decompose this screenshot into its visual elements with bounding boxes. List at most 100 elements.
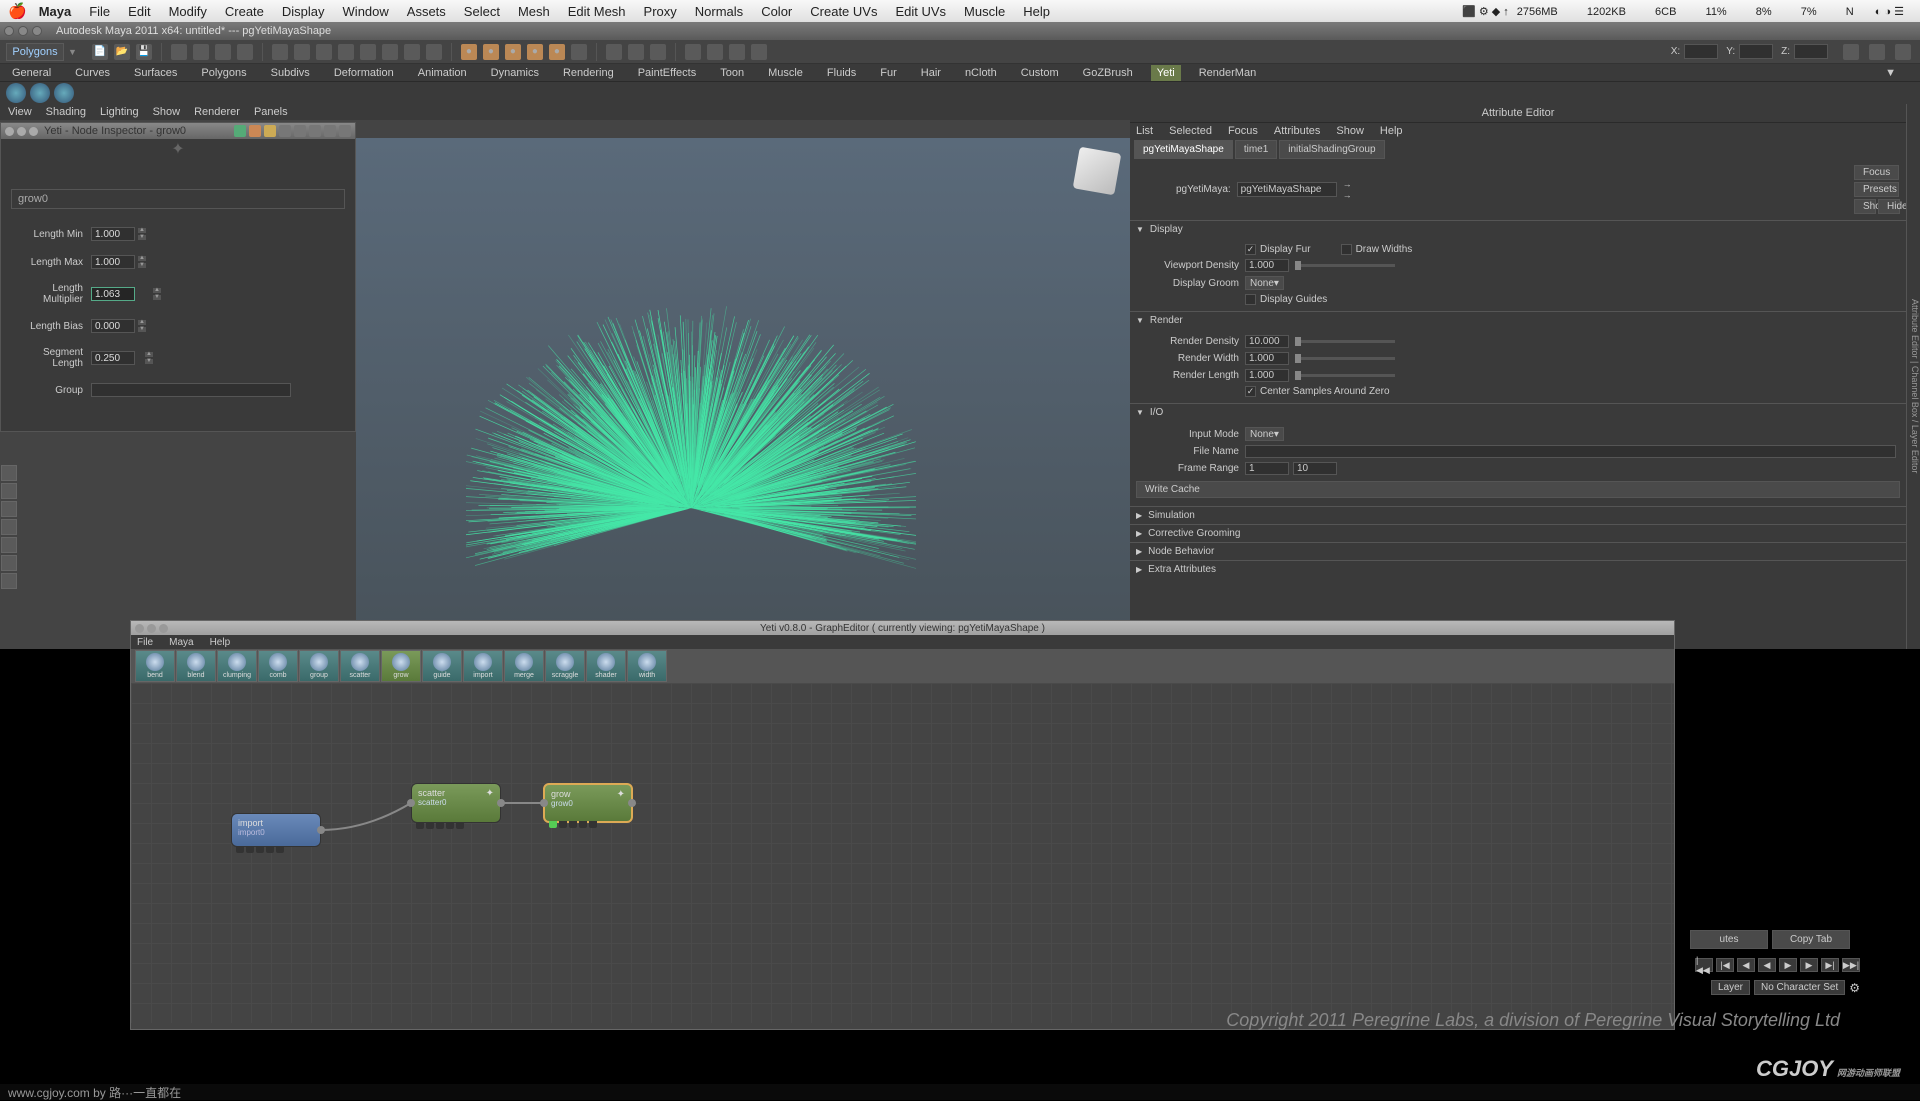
tool-icon[interactable]	[215, 44, 231, 60]
render-icon[interactable]	[571, 44, 587, 60]
misc-icon[interactable]	[650, 44, 666, 60]
z-input[interactable]	[1794, 44, 1828, 59]
ge-min-icon[interactable]	[147, 624, 156, 633]
slider[interactable]	[1295, 357, 1395, 360]
shelf-surfaces[interactable]: Surfaces	[128, 65, 183, 81]
tool-icon[interactable]	[1, 573, 17, 589]
tool-bend[interactable]: bend	[135, 650, 175, 682]
shelf-yeti[interactable]: Yeti	[1151, 65, 1181, 81]
snap-icon[interactable]	[426, 44, 442, 60]
tool-width[interactable]: width	[627, 650, 667, 682]
tool-import[interactable]: import	[463, 650, 503, 682]
ae-list[interactable]: List	[1136, 125, 1153, 137]
section-header[interactable]: ▼Render	[1130, 312, 1906, 329]
layout-icon[interactable]	[1869, 44, 1885, 60]
shelf-custom[interactable]: Custom	[1015, 65, 1065, 81]
section-extra[interactable]: ▶Extra Attributes	[1130, 561, 1906, 578]
shelf-curves[interactable]: Curves	[69, 65, 116, 81]
ni-max-icon[interactable]	[29, 127, 38, 136]
section-header[interactable]: ▼Display	[1130, 221, 1906, 238]
shelf-fluids[interactable]: Fluids	[821, 65, 862, 81]
render-icon[interactable]: ●	[527, 44, 543, 60]
vp-lighting[interactable]: Lighting	[100, 106, 139, 118]
vp-panels[interactable]: Panels	[254, 106, 288, 118]
charset-select[interactable]: No Character Set	[1754, 980, 1845, 995]
misc-icon[interactable]	[729, 44, 745, 60]
shelf-subdivs[interactable]: Subdivs	[265, 65, 316, 81]
node-output-port[interactable]	[317, 826, 325, 834]
spinner-icon[interactable]: ▲▼	[138, 319, 146, 333]
graph-canvas[interactable]: import import0 scatter scatter0 ✦ grow g…	[131, 683, 1674, 1023]
close-dot[interactable]	[4, 26, 14, 36]
slider[interactable]	[1295, 374, 1395, 377]
spinner-icon[interactable]: ▲▼	[138, 227, 146, 241]
groom-select[interactable]: None ▾	[1245, 276, 1284, 290]
section-nodebehavior[interactable]: ▶Node Behavior	[1130, 543, 1906, 560]
ni-tool-icon[interactable]	[309, 125, 321, 137]
menu-editmesh[interactable]: Edit Mesh	[568, 4, 626, 19]
tool-icon[interactable]	[1, 555, 17, 571]
mode-arrow-icon[interactable]: ▼	[68, 47, 77, 57]
node-import[interactable]: import import0	[231, 813, 321, 847]
rewind-icon[interactable]: |◀	[1716, 958, 1734, 972]
ge-maya[interactable]: Maya	[169, 637, 193, 648]
menu-color[interactable]: Color	[761, 4, 792, 19]
tool-icon[interactable]	[1, 465, 17, 481]
shelf-toon[interactable]: Toon	[714, 65, 750, 81]
length-multiplier-input[interactable]	[91, 287, 135, 301]
play-back-icon[interactable]: ◀	[1758, 958, 1776, 972]
render-width-input[interactable]	[1245, 352, 1289, 365]
ae-help[interactable]: Help	[1380, 125, 1403, 137]
menu-modify[interactable]: Modify	[169, 4, 207, 19]
render-icon[interactable]: ●	[505, 44, 521, 60]
focus-button[interactable]: Focus	[1854, 165, 1899, 180]
segment-length-input[interactable]	[91, 351, 135, 365]
ni-tool-icon[interactable]	[279, 125, 291, 137]
menu-window[interactable]: Window	[343, 4, 389, 19]
min-dot[interactable]	[18, 26, 28, 36]
input-mode-select[interactable]: None ▾	[1245, 427, 1284, 441]
snap-icon[interactable]	[294, 44, 310, 60]
ni-node-name[interactable]: grow0	[11, 189, 345, 209]
ae-attributes[interactable]: Attributes	[1274, 125, 1320, 137]
settings-icon[interactable]: ⚙	[1849, 981, 1860, 995]
snap-icon[interactable]	[382, 44, 398, 60]
ge-close-icon[interactable]	[135, 624, 144, 633]
write-cache-button[interactable]: Write Cache	[1136, 481, 1900, 498]
display-guides-check[interactable]	[1245, 294, 1256, 305]
slider[interactable]	[1295, 340, 1395, 343]
tool-icon[interactable]	[1, 537, 17, 553]
ae-focus[interactable]: Focus	[1228, 125, 1258, 137]
step-fwd-icon[interactable]: ▶	[1800, 958, 1818, 972]
shelf-rendering[interactable]: Rendering	[557, 65, 620, 81]
length-bias-input[interactable]	[91, 319, 135, 333]
ge-max-icon[interactable]	[159, 624, 168, 633]
snap-icon[interactable]	[272, 44, 288, 60]
show-button[interactable]: Show	[1854, 199, 1876, 214]
shelf-animation[interactable]: Animation	[412, 65, 473, 81]
shelf-renderman[interactable]: RenderMan	[1193, 65, 1262, 81]
node-input-port[interactable]	[407, 799, 415, 807]
fwd-end-icon[interactable]: ▶▶|	[1842, 958, 1860, 972]
vp-shading[interactable]: Shading	[46, 106, 86, 118]
tool-icon[interactable]	[237, 44, 253, 60]
menu-edituvs[interactable]: Edit UVs	[895, 4, 946, 19]
apple-icon[interactable]: 🍎	[8, 2, 27, 20]
misc-icon[interactable]	[751, 44, 767, 60]
ni-tool-icon[interactable]	[249, 125, 261, 137]
ni-tool-icon[interactable]	[294, 125, 306, 137]
center-samples-check[interactable]: ✓	[1245, 386, 1256, 397]
nav-icon[interactable]: →	[1343, 179, 1352, 189]
nav-icon[interactable]: →	[1343, 190, 1352, 200]
render-icon[interactable]: ●	[483, 44, 499, 60]
section-header[interactable]: ▼I/O	[1130, 404, 1906, 421]
shelf-overflow-icon[interactable]: ▼	[1879, 65, 1902, 81]
viewcube-icon[interactable]	[1073, 147, 1122, 196]
tool-group[interactable]: group	[299, 650, 339, 682]
render-density-input[interactable]	[1245, 335, 1289, 348]
misc-icon[interactable]	[707, 44, 723, 60]
menu-proxy[interactable]: Proxy	[644, 4, 677, 19]
tool-comb[interactable]: comb	[258, 650, 298, 682]
tool-scatter[interactable]: scatter	[340, 650, 380, 682]
shelf-ncloth[interactable]: nCloth	[959, 65, 1003, 81]
